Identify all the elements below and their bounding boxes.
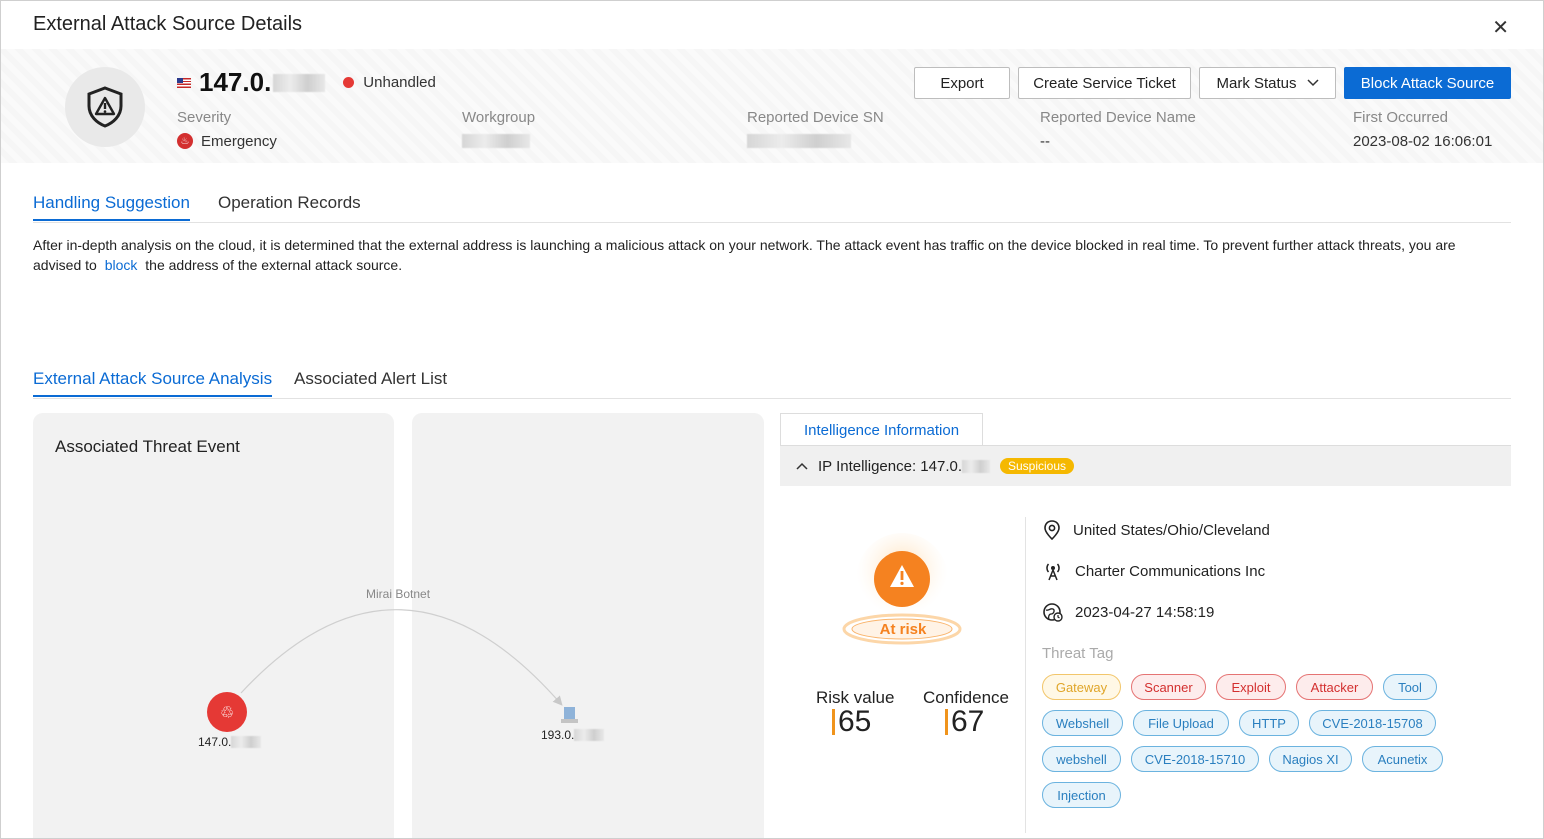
confidence-value: 67 bbox=[945, 705, 984, 739]
source-node-label: 147.0. bbox=[198, 735, 262, 749]
threat-tag: Tool bbox=[1383, 674, 1437, 700]
edge-label: Mirai Botnet bbox=[366, 587, 431, 601]
risk-value-bar bbox=[832, 709, 835, 735]
tab-intelligence-information[interactable]: Intelligence Information bbox=[780, 413, 983, 447]
threat-tag: Attacker bbox=[1296, 674, 1373, 700]
target-node-ip: 193.0. bbox=[541, 728, 575, 742]
threat-tag: CVE-2018-15708 bbox=[1309, 710, 1436, 736]
antenna-icon bbox=[1046, 563, 1060, 581]
source-node-redacted bbox=[231, 736, 262, 748]
chevron-up-icon[interactable] bbox=[796, 462, 808, 470]
confidence-number: 67 bbox=[951, 705, 985, 738]
isp-value: Charter Communications Inc bbox=[1075, 562, 1266, 580]
location-pin-icon bbox=[1044, 520, 1060, 540]
risk-value-number: 65 bbox=[838, 705, 872, 738]
confidence-bar bbox=[945, 709, 948, 735]
threat-tag: HTTP bbox=[1239, 710, 1299, 736]
threat-tag: File Upload bbox=[1133, 710, 1229, 736]
intel-ip-redacted bbox=[962, 459, 990, 473]
ip-intelligence-label: IP Intelligence: 147.0. bbox=[818, 457, 962, 475]
time-value: 2023-04-27 14:58:19 bbox=[1075, 603, 1215, 621]
threat-tag: Injection bbox=[1042, 782, 1121, 808]
location-value: United States/Ohio/Cleveland bbox=[1073, 521, 1270, 539]
threat-tag: Gateway bbox=[1042, 674, 1121, 700]
ip-intelligence-header[interactable]: IP Intelligence: 147.0. Suspicious bbox=[780, 445, 1511, 486]
threat-tag: Acunetix bbox=[1362, 746, 1443, 772]
svg-text:♲: ♲ bbox=[220, 703, 234, 722]
isp-row: Charter Communications Inc bbox=[1043, 561, 1265, 581]
threat-tag: webshell bbox=[1042, 746, 1121, 772]
time-row: 2023-04-27 14:58:19 bbox=[1043, 602, 1214, 622]
risk-status: At risk bbox=[879, 621, 927, 638]
threat-tag: Webshell bbox=[1042, 710, 1123, 736]
suspicious-badge: Suspicious bbox=[1000, 458, 1075, 474]
threat-tag: Nagios XI bbox=[1269, 746, 1352, 772]
source-node-ip: 147.0. bbox=[198, 735, 232, 749]
globe-clock-icon bbox=[1043, 603, 1063, 622]
threat-edge bbox=[240, 609, 563, 706]
risk-value: 65 bbox=[832, 705, 871, 739]
target-node-label: 193.0. bbox=[541, 728, 605, 742]
divider bbox=[1025, 517, 1026, 833]
dialog: External Attack Source Details ✕ 147.0. … bbox=[0, 0, 1544, 839]
target-node-redacted bbox=[574, 729, 605, 741]
server-node-icon[interactable] bbox=[561, 707, 578, 723]
threat-tag-label: Threat Tag bbox=[1042, 645, 1114, 662]
location-row: United States/Ohio/Cleveland bbox=[1043, 520, 1270, 540]
threat-tag: Exploit bbox=[1216, 674, 1286, 700]
threat-tag: CVE-2018-15710 bbox=[1131, 746, 1259, 772]
threat-tag: Scanner bbox=[1131, 674, 1206, 700]
